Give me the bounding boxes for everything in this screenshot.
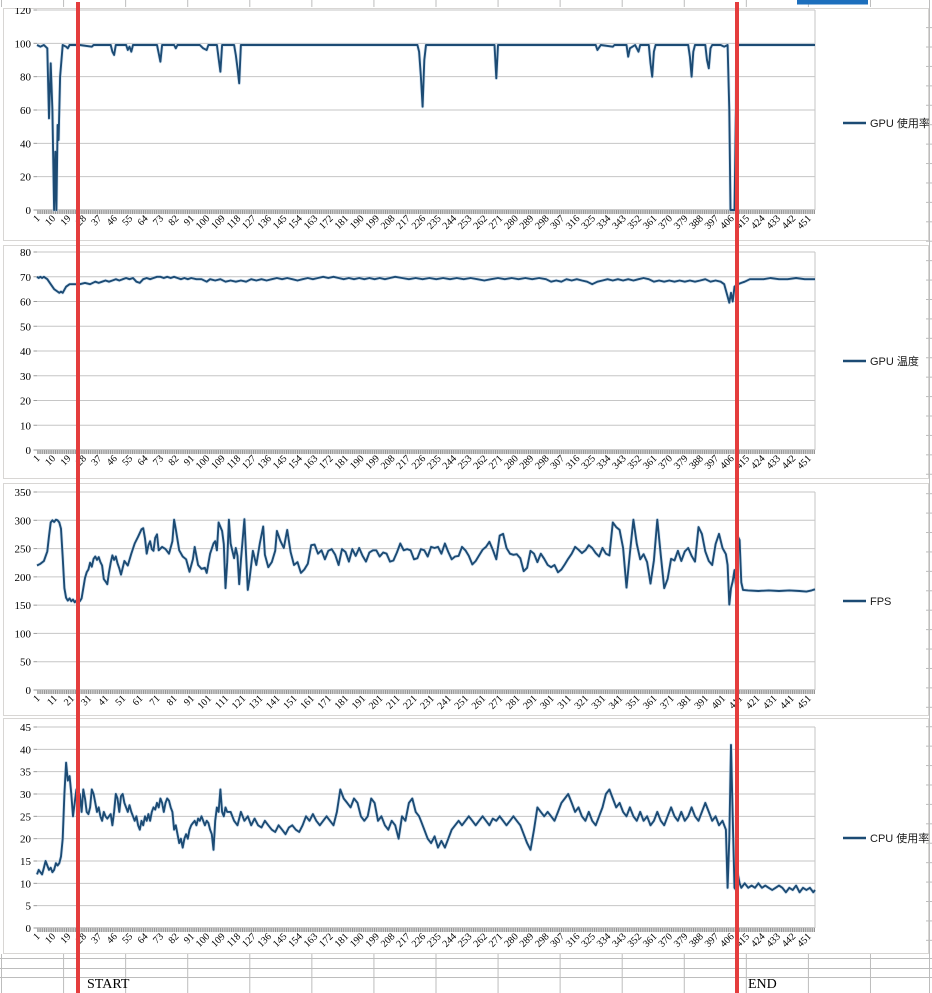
y-tick-label: 0 <box>26 445 32 457</box>
legend-label-gpu_usage: GPU 使用率 <box>870 116 930 130</box>
y-tick-label: 40 <box>20 346 32 358</box>
chart-frame <box>3 483 929 716</box>
chart-svg-fps: 0501001502002503003501 11 21 31 41 51 61 71 81 91… <box>3 483 929 716</box>
y-tick-label: 70 <box>20 272 32 284</box>
y-tick-label: 40 <box>20 744 32 756</box>
end-marker-line[interactable] <box>735 2 739 993</box>
x-axis-tick-strip <box>37 210 815 214</box>
spreadsheet-canvas: { "markers": { "start_label": "START", "… <box>0 0 932 993</box>
y-tick-label: 10 <box>20 878 32 890</box>
y-tick-label: 45 <box>20 722 32 734</box>
x-axis-tick-strip <box>37 450 815 454</box>
y-tick-label: 20 <box>20 834 32 846</box>
chart-svg-gpu_temp: 010203040506070801 10 19 28 37 46 55 64 73 82 9110… <box>3 245 929 479</box>
y-tick-label: 0 <box>26 923 32 935</box>
y-tick-label: 30 <box>20 371 32 383</box>
start-marker-line[interactable] <box>76 2 80 993</box>
y-tick-label: 0 <box>26 685 32 697</box>
legend-label-fps: FPS <box>870 596 891 608</box>
y-tick-label: 200 <box>15 572 32 584</box>
y-tick-label: 150 <box>15 600 32 612</box>
chart-svg-gpu_usage: 0204060801001201 10 19 28 37 46 55 64 73 82 911001… <box>3 8 930 241</box>
y-tick-label: 25 <box>20 811 32 823</box>
y-tick-label: 100 <box>15 38 32 50</box>
legend-label-gpu_temp: GPU 温度 <box>870 354 919 368</box>
y-tick-label: 60 <box>20 297 32 309</box>
y-tick-label: 300 <box>15 515 32 527</box>
y-tick-label: 80 <box>20 247 32 259</box>
chart-gpu-temp[interactable]: 0 10 20 30 40 50 60 70 80 1 10 19 28 37 46 55 64 73 82 91 10… <box>0 245 932 479</box>
chart-cpu-usage[interactable]: 0 5 10 15 20 25 30 35 40 45 1 10 19 28 37 46 55 64 73 82 91 1… <box>0 718 932 954</box>
start-label: START <box>87 977 130 992</box>
selected-cell-border <box>797 0 868 5</box>
y-tick-label: 0 <box>26 205 32 217</box>
chart-gpu-usage[interactable]: 0 20 40 60 80 100 120 1 10 19 28 37 46 55 64 73 82 91 100 1… <box>0 8 932 241</box>
end-cell[interactable]: END <box>748 977 777 993</box>
chart-frame <box>3 718 929 954</box>
chart-svg-cpu_usage: 0510152025303540451 10 19 28 37 46 55 64 73 82 911… <box>3 718 929 954</box>
y-tick-label: 120 <box>15 8 32 17</box>
y-tick-label: 50 <box>20 657 32 669</box>
y-tick-label: 10 <box>20 420 32 432</box>
y-tick-label: 20 <box>20 172 32 184</box>
y-tick-label: 40 <box>20 138 32 150</box>
x-axis-tick-strip <box>37 928 815 932</box>
y-tick-label: 5 <box>26 901 32 913</box>
y-tick-label: 80 <box>20 72 32 84</box>
y-tick-label: 15 <box>20 856 32 868</box>
legend-label-cpu_usage: CPU 使用率 <box>870 831 929 845</box>
y-tick-label: 60 <box>20 105 32 117</box>
start-cell[interactable]: START <box>87 977 129 993</box>
y-tick-label: 250 <box>15 544 32 556</box>
chart-fps[interactable]: 0 50 100 150 200 250 300 350 1 11 21 31 41 51 61 71 81 91… <box>0 483 932 716</box>
y-tick-label: 100 <box>15 628 32 640</box>
y-tick-label: 30 <box>20 789 32 801</box>
y-tick-label: 350 <box>15 487 32 499</box>
y-tick-label: 35 <box>20 767 32 779</box>
y-tick-label: 50 <box>20 321 32 333</box>
end-label: END <box>748 977 777 992</box>
y-tick-label: 20 <box>20 396 32 408</box>
